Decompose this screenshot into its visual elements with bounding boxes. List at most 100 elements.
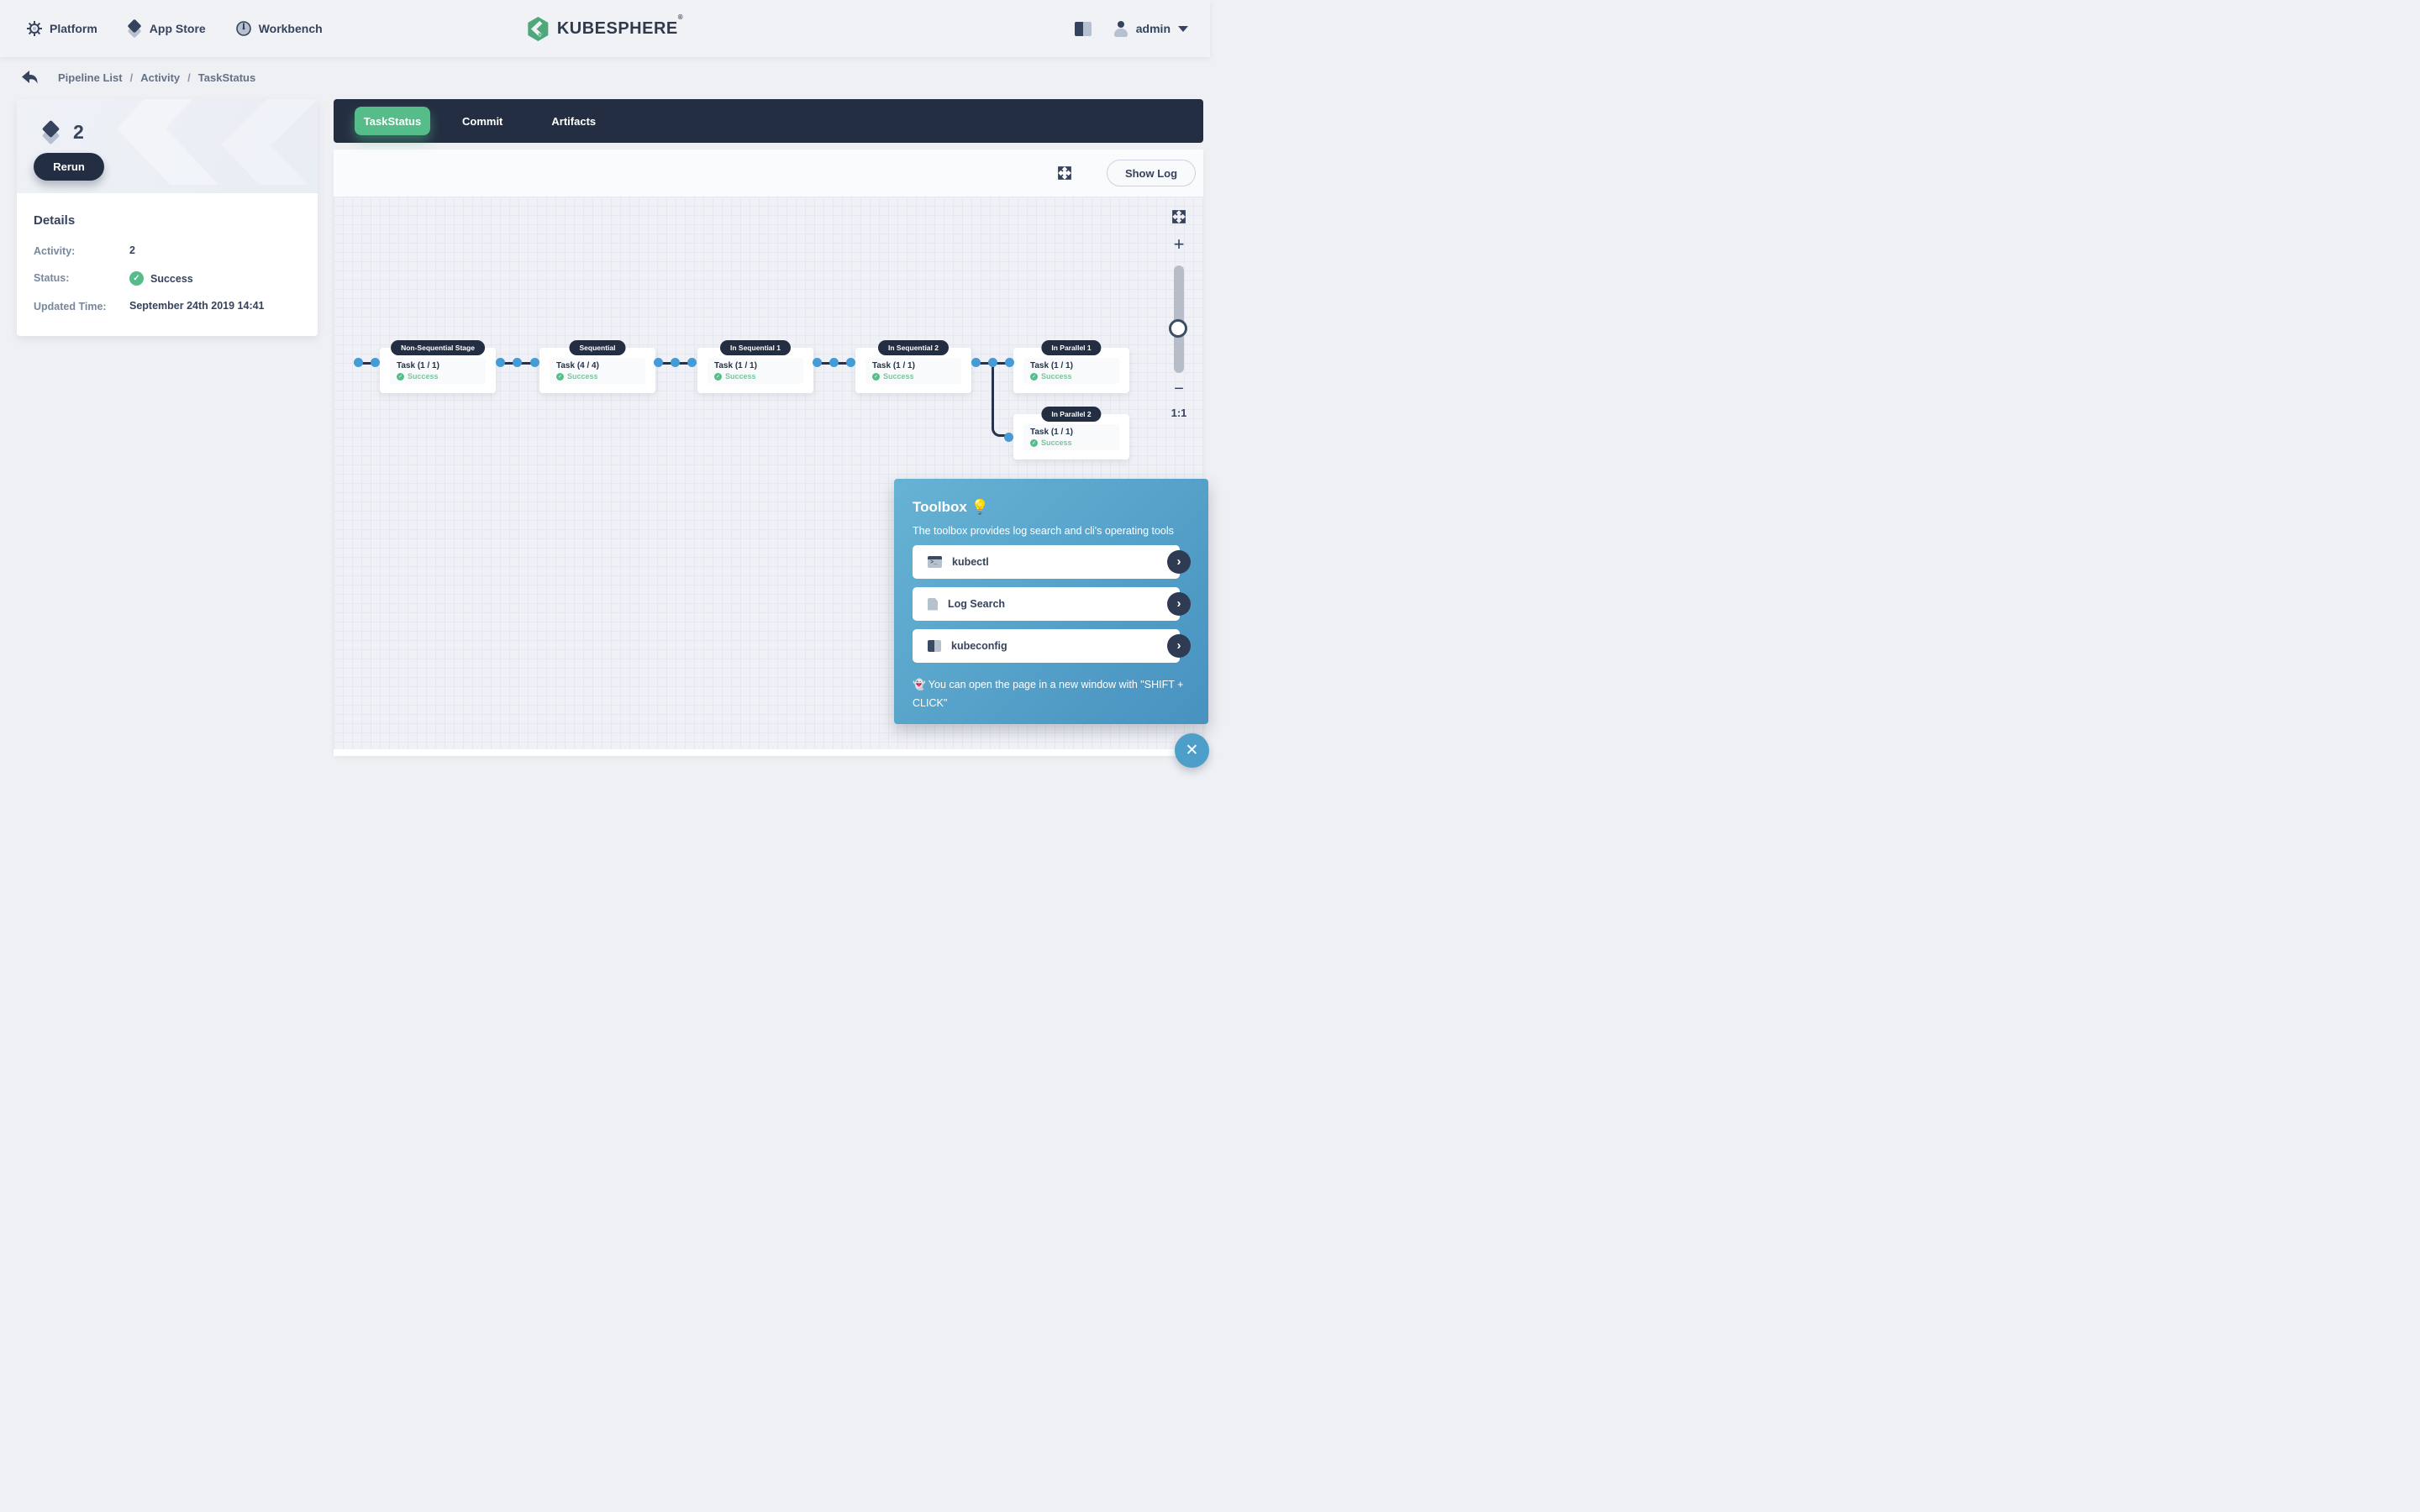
edge-node	[654, 358, 663, 367]
edge-node	[671, 358, 680, 367]
user-avatar-icon	[1113, 21, 1128, 37]
tab-artifacts[interactable]: Artifacts	[551, 115, 596, 128]
task-status-text: Success	[1041, 438, 1072, 447]
edge-node	[354, 358, 363, 367]
edge-node	[1004, 433, 1013, 442]
global-nav: Platform App Store Workbench	[0, 21, 323, 37]
run-header: 2	[42, 121, 84, 144]
user-menu[interactable]: admin	[1113, 21, 1188, 37]
task-status-text: Success	[408, 372, 439, 381]
details-section: Details Activity: 2 Status: ✓ Success Up…	[17, 193, 318, 336]
breadcrumb-items: Pipeline List / Activity / TaskStatus	[58, 71, 255, 84]
task-box[interactable]: Task (1 / 1) ✓Success	[865, 358, 961, 384]
book-icon	[928, 640, 941, 652]
detail-row-status: Status: ✓ Success	[34, 271, 301, 286]
toolbox-item-kubeconfig[interactable]: kubeconfig ›	[913, 629, 1180, 663]
breadcrumb-separator: /	[130, 71, 134, 84]
zoom-out-button[interactable]: −	[1171, 380, 1187, 399]
zoom-in-button[interactable]: +	[1171, 234, 1187, 255]
gear-icon	[27, 21, 42, 36]
rerun-button[interactable]: Rerun	[34, 153, 104, 181]
tab-taskstatus[interactable]: TaskStatus	[355, 107, 430, 135]
details-title: Details	[34, 213, 301, 228]
tab-commit[interactable]: Commit	[462, 115, 502, 128]
edge-node	[513, 358, 522, 367]
stage-card-sequential[interactable]: Sequential Task (4 / 4) ✓Success	[539, 348, 655, 393]
detail-row-activity: Activity: 2	[34, 244, 301, 257]
zoom-slider-thumb[interactable]	[1169, 319, 1187, 338]
zoom-ratio-button[interactable]: 1:1	[1167, 407, 1191, 419]
edge-node	[1005, 358, 1014, 367]
kubesphere-logo-icon	[527, 17, 550, 41]
stage-name-pill: In Sequential 1	[720, 340, 791, 355]
show-log-button[interactable]: Show Log	[1107, 160, 1196, 186]
zoom-slider[interactable]	[1174, 265, 1184, 373]
nav-item-app-store[interactable]: App Store	[128, 21, 206, 37]
edge-node	[846, 358, 855, 367]
kubesphere-logo[interactable]: KUBESPHERE®	[527, 17, 683, 41]
edge-node	[971, 358, 981, 367]
edge-node	[687, 358, 697, 367]
detail-row-updated: Updated Time: September 24th 2019 14:41	[34, 300, 301, 312]
back-arrow-icon[interactable]	[22, 71, 38, 84]
updated-time-label: Updated Time:	[34, 300, 129, 312]
toolbox-subtitle: The toolbox provides log search and cli'…	[913, 525, 1190, 537]
bulb-emoji-icon: 💡	[971, 499, 989, 515]
stage-card-non-sequential[interactable]: Non-Sequential Stage Task (1 / 1) ✓Succe…	[380, 348, 496, 393]
chevron-right-icon[interactable]: ›	[1167, 634, 1191, 658]
status-label: Status:	[34, 271, 129, 284]
branch-edge	[992, 364, 1009, 437]
task-box[interactable]: Task (1 / 1) ✓Success	[1023, 358, 1119, 384]
activity-label: Activity:	[34, 244, 129, 257]
breadcrumb-pipeline-list[interactable]: Pipeline List	[58, 71, 123, 84]
task-count: Task (1 / 1)	[872, 361, 955, 370]
task-success-icon: ✓	[397, 373, 404, 381]
task-box[interactable]: Task (4 / 4) ✓Success	[550, 358, 645, 384]
toolbox-title: Toolbox 💡	[913, 499, 1190, 516]
nav-item-platform[interactable]: Platform	[27, 21, 97, 36]
toolbox-item-kubectl[interactable]: kubectl ›	[913, 545, 1180, 579]
stage-card-in-sequential-2[interactable]: In Sequential 2 Task (1 / 1) ✓Success	[855, 348, 971, 393]
nav-item-workbench[interactable]: Workbench	[236, 21, 323, 36]
toolbox-hint: 👻 You can open the page in a new window …	[913, 676, 1193, 713]
tool-label: Log Search	[948, 598, 1005, 610]
close-toolbox-button[interactable]: ✕	[1175, 733, 1209, 768]
edge-node	[371, 358, 380, 367]
tool-label: kubeconfig	[951, 640, 1007, 652]
stage-name-pill: In Sequential 2	[878, 340, 949, 355]
nav-label-workbench: Workbench	[259, 22, 323, 35]
nav-label-app-store: App Store	[150, 22, 206, 35]
documentation-book-icon[interactable]	[1075, 22, 1092, 36]
run-summary-card: 2 Rerun Details Activity: 2 Status: ✓ Su…	[17, 99, 318, 336]
toolbox-item-log-search[interactable]: Log Search ›	[913, 587, 1180, 621]
stage-card-in-parallel-1[interactable]: In Parallel 1 Task (1 / 1) ✓Success	[1013, 348, 1129, 393]
task-success-icon: ✓	[872, 373, 880, 381]
task-box[interactable]: Task (1 / 1) ✓Success	[390, 358, 486, 384]
task-count: Task (4 / 4)	[556, 361, 639, 370]
task-count: Task (1 / 1)	[714, 361, 797, 370]
updated-time-value: September 24th 2019 14:41	[129, 300, 265, 312]
stage-name-pill: Non-Sequential Stage	[391, 340, 485, 355]
task-count: Task (1 / 1)	[1030, 361, 1113, 370]
run-summary-header: 2 Rerun	[17, 99, 318, 193]
graph-fullscreen-icon[interactable]	[1172, 210, 1186, 223]
edge-node	[813, 358, 822, 367]
breadcrumb-taskstatus: TaskStatus	[198, 71, 255, 84]
toolbox-panel: Toolbox 💡 The toolbox provides log searc…	[894, 479, 1208, 724]
chevron-right-icon[interactable]: ›	[1167, 592, 1191, 616]
close-icon: ✕	[1186, 741, 1199, 760]
detail-tabs-bar: TaskStatus Commit Artifacts	[334, 99, 1203, 143]
stage-name-pill: In Parallel 1	[1041, 340, 1101, 355]
stage-card-in-sequential-1[interactable]: In Sequential 1 Task (1 / 1) ✓Success	[697, 348, 813, 393]
fullscreen-icon[interactable]	[1058, 166, 1071, 180]
stage-card-in-parallel-2[interactable]: In Parallel 2 Task (1 / 1) ✓Success	[1013, 414, 1129, 459]
breadcrumb-activity[interactable]: Activity	[140, 71, 180, 84]
workbench-gauge-icon	[236, 21, 251, 36]
edge-node	[829, 358, 839, 367]
chevron-right-icon[interactable]: ›	[1167, 550, 1191, 574]
task-box[interactable]: Task (1 / 1) ✓Success	[1023, 424, 1119, 450]
task-success-icon: ✓	[1030, 373, 1038, 381]
graph-toolbar: Show Log	[334, 150, 1203, 197]
edge-node	[988, 358, 997, 367]
task-box[interactable]: Task (1 / 1) ✓Success	[708, 358, 803, 384]
